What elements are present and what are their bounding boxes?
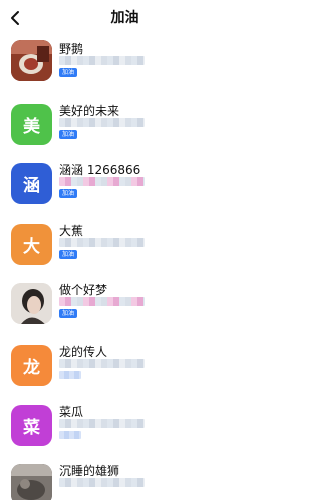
item-name: 菜瓜 — [59, 405, 84, 419]
list-item[interactable]: 沉睡的雄狮 — [0, 460, 249, 500]
page: 加油 野鹅 加油 美 美好的未来 加油 涵 涵涵 1266866 加油 大 大蕉… — [0, 0, 249, 500]
header: 加油 — [0, 0, 249, 36]
avatar-letter: 龙 — [23, 358, 40, 378]
redacted-text — [59, 297, 145, 306]
avatar: 大 — [11, 224, 52, 265]
list-item[interactable]: 菜 菜瓜 — [0, 401, 249, 460]
redacted-text — [59, 56, 145, 65]
avatar: 龙 — [11, 345, 52, 386]
list-item[interactable]: 大 大蕉 加油 — [0, 220, 249, 279]
avatar-letter: 大 — [23, 237, 40, 257]
redacted-text — [59, 478, 145, 487]
status-badge: 加油 — [59, 309, 78, 318]
redacted-text — [59, 359, 145, 368]
item-name: 沉睡的雄狮 — [59, 464, 120, 478]
avatar: 菜 — [11, 405, 52, 446]
status-badge: 加油 — [59, 130, 78, 139]
redacted-badge — [59, 371, 81, 379]
avatar: 美 — [11, 104, 52, 145]
redacted-text — [59, 118, 145, 127]
avatar-letter: 涵 — [23, 176, 40, 196]
list-item[interactable]: 做个好梦 加油 — [0, 279, 249, 341]
member-list: 野鹅 加油 美 美好的未来 加油 涵 涵涵 1266866 加油 大 大蕉 加油… — [0, 38, 249, 500]
redacted-badge — [59, 431, 81, 439]
avatar-letter: 菜 — [23, 418, 40, 438]
item-name: 大蕉 — [59, 224, 84, 238]
avatar-letter: 美 — [23, 117, 40, 137]
avatar-photo-icon — [11, 40, 52, 81]
list-item[interactable]: 美 美好的未来 加油 — [0, 100, 249, 159]
status-badge: 加油 — [59, 250, 78, 259]
avatar — [11, 40, 52, 81]
item-name: 涵涵 1266866 — [59, 163, 141, 177]
status-badge: 加油 — [59, 68, 78, 77]
avatar-photo-icon — [11, 464, 52, 500]
avatar: 涵 — [11, 163, 52, 204]
item-name: 做个好梦 — [59, 283, 108, 297]
list-item[interactable]: 龙 龙的传人 — [0, 341, 249, 401]
status-badge: 加油 — [59, 189, 78, 198]
item-name: 龙的传人 — [59, 345, 108, 359]
list-item[interactable]: 涵 涵涵 1266866 加油 — [0, 159, 249, 220]
page-title: 加油 — [110, 10, 139, 26]
item-name: 美好的未来 — [59, 104, 120, 118]
list-item[interactable]: 野鹅 加油 — [0, 38, 249, 100]
avatar — [11, 283, 52, 324]
redacted-text — [59, 419, 145, 428]
redacted-text — [59, 177, 145, 186]
avatar-photo-icon — [11, 283, 52, 324]
avatar — [11, 464, 52, 500]
redacted-text — [59, 238, 145, 247]
item-name: 野鹅 — [59, 42, 84, 56]
